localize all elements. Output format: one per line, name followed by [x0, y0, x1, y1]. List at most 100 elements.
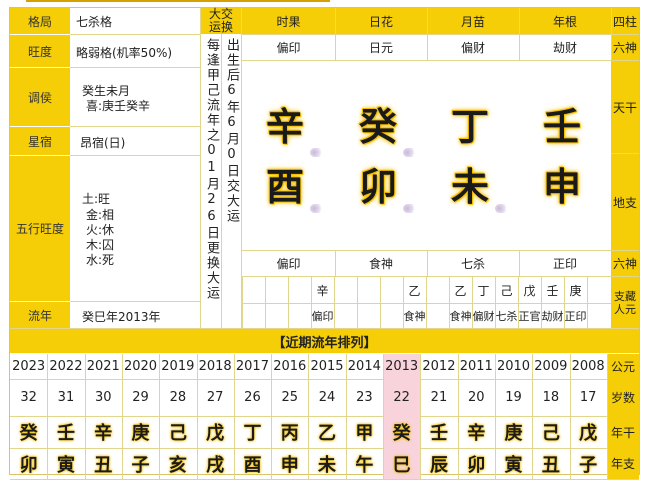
- liunian-zhi: 卯: [467, 454, 486, 476]
- liunian-gan: 癸: [383, 416, 421, 448]
- liunian-year: 2019: [161, 359, 195, 374]
- dizhi-hour: 酉: [265, 163, 304, 209]
- liunian-zhi: 丑: [94, 454, 113, 476]
- canggan-shishen: 正官: [518, 310, 541, 323]
- row-label-canggan: 支藏人元: [611, 277, 639, 328]
- pillar-header-month: 月苗: [427, 8, 519, 34]
- canggan-gan: 壬: [546, 284, 559, 298]
- liunian-age: 31: [57, 390, 75, 405]
- liunian-gan: 庚: [131, 423, 150, 444]
- tiangan-day: 癸: [358, 103, 397, 149]
- liunian-gan: 壬: [56, 423, 75, 444]
- liunian-age: 22: [383, 379, 421, 416]
- canggan-gan: 辛: [316, 284, 329, 298]
- liunian-zhi: 子: [579, 454, 598, 476]
- liunian-year: 2022: [49, 359, 83, 374]
- ornament-swirl: [310, 204, 324, 213]
- row-label-liushen-bottom: 六神: [611, 251, 639, 276]
- liunian-year: 2018: [198, 359, 232, 374]
- canggan-shishen: 七杀: [495, 310, 518, 323]
- canggan-gan: 己: [500, 284, 513, 298]
- canggan-shishen: 正印: [564, 310, 587, 323]
- liunian-year: 2011: [459, 359, 493, 374]
- liunian-year: 2020: [123, 359, 158, 374]
- liunian-age: 19: [505, 390, 522, 405]
- liunian-age: 18: [542, 390, 560, 405]
- liunian-gan: 丁: [243, 423, 262, 444]
- label-geju: 格局: [10, 8, 70, 34]
- dizhi-shishen-year: 正印: [552, 257, 577, 271]
- liunian-row-label: 岁数: [607, 379, 639, 416]
- liunian-zhi: 申: [280, 454, 299, 476]
- row-label-sizhu: 四柱: [611, 8, 639, 34]
- label-tiaohou: 调侯: [10, 68, 70, 126]
- canggan-gan: 乙: [454, 284, 467, 298]
- canggan-shishen: 食神: [403, 310, 426, 323]
- canggan-shishen: 劫财: [541, 310, 564, 323]
- liunian-age: 30: [94, 390, 112, 405]
- shishen-hour: 偏印: [276, 41, 301, 55]
- liunian-year: 2009: [534, 359, 568, 374]
- tiangan-month: 丁: [450, 103, 489, 149]
- row-label-tiangan: 天干: [611, 61, 639, 153]
- dayun-start-text: 出生后6年6月0日交大运: [224, 38, 239, 224]
- liunian-year: 2012: [422, 359, 456, 374]
- wuxing-tu: 土:旺: [82, 192, 111, 206]
- dayun-header: 大交运换: [201, 8, 241, 34]
- dizhi-shishen-hour: 偏印: [276, 257, 301, 271]
- ornament-swirl: [403, 148, 417, 157]
- liunian-zhi: 辰: [429, 454, 448, 476]
- liunian-age: 26: [244, 390, 261, 405]
- liunian-gan: 壬: [429, 423, 448, 444]
- liunian-gan: 庚: [504, 423, 523, 444]
- dayun-rule-text: 每逢甲己流年之01月26日更换大运: [204, 38, 219, 301]
- value-liunian: 癸巳年2013年: [82, 310, 161, 324]
- value-tiaohou-2: 喜:庚壬癸辛: [86, 99, 151, 113]
- liunian-age: 25: [281, 390, 299, 405]
- dizhi-day: 卯: [358, 163, 397, 209]
- canggan-gan: 庚: [569, 284, 582, 298]
- liunian-age: 28: [169, 390, 187, 405]
- liunian-age: 20: [467, 390, 485, 405]
- dizhi-shishen-month: 七杀: [460, 257, 485, 271]
- row-label-dizhi: 地支: [611, 154, 639, 250]
- liunian-row-label: 年干: [607, 416, 639, 448]
- pillar-header-day: 日花: [335, 8, 427, 34]
- liunian-age: 21: [430, 390, 448, 405]
- liunian-gan: 甲: [355, 423, 374, 444]
- liunian-zhi: 卯: [19, 454, 38, 476]
- liunian-gan: 癸: [19, 423, 38, 444]
- liunian-zhi: 亥: [168, 454, 187, 476]
- bazi-chart-panel: 格局 七杀格 旺度 略弱格(机率50%) 调侯 癸生未月 喜:庚壬癸辛 星宿 昂…: [9, 7, 640, 480]
- liunian-year: 2021: [86, 359, 120, 374]
- row-label-liushen-top: 六神: [611, 35, 639, 60]
- label-wangdu: 旺度: [10, 35, 70, 67]
- liunian-zhi: 戌: [206, 454, 225, 476]
- canggan-shishen: 食神: [449, 310, 472, 323]
- liunian-title: 【近期流年排列】: [10, 329, 639, 353]
- liunian-zhi: 寅: [504, 454, 523, 476]
- liunian-age: 29: [132, 390, 149, 405]
- liunian-year: 2016: [273, 359, 307, 374]
- pillar-header-year: 年根: [519, 8, 611, 34]
- liunian-year: 2023: [12, 359, 46, 374]
- value-wangdu: 略弱格(机率50%): [76, 46, 173, 60]
- liunian-year: 2015: [310, 359, 344, 374]
- canggan-shishen: 偏印: [311, 310, 334, 323]
- liunian-age: 27: [206, 390, 224, 405]
- liunian-year: 2013: [383, 354, 421, 379]
- liunian-age: 32: [20, 390, 37, 405]
- liunian-zhi: 未: [318, 454, 337, 476]
- liunian-gan: 乙: [318, 423, 337, 444]
- label-liunian: 流年: [10, 302, 70, 328]
- shishen-day: 日元: [368, 41, 393, 55]
- top-accent-line: [26, 0, 330, 2]
- liunian-gan: 辛: [467, 423, 486, 444]
- liunian-year: 2008: [571, 359, 605, 374]
- value-xingxiu: 昂宿(日): [80, 136, 126, 150]
- liunian-gan: 戊: [579, 423, 598, 444]
- ornament-swirl: [310, 148, 324, 157]
- dizhi-month: 未: [450, 163, 489, 209]
- liunian-row-label: 公元: [607, 354, 639, 379]
- canggan-gan: 戊: [523, 284, 536, 298]
